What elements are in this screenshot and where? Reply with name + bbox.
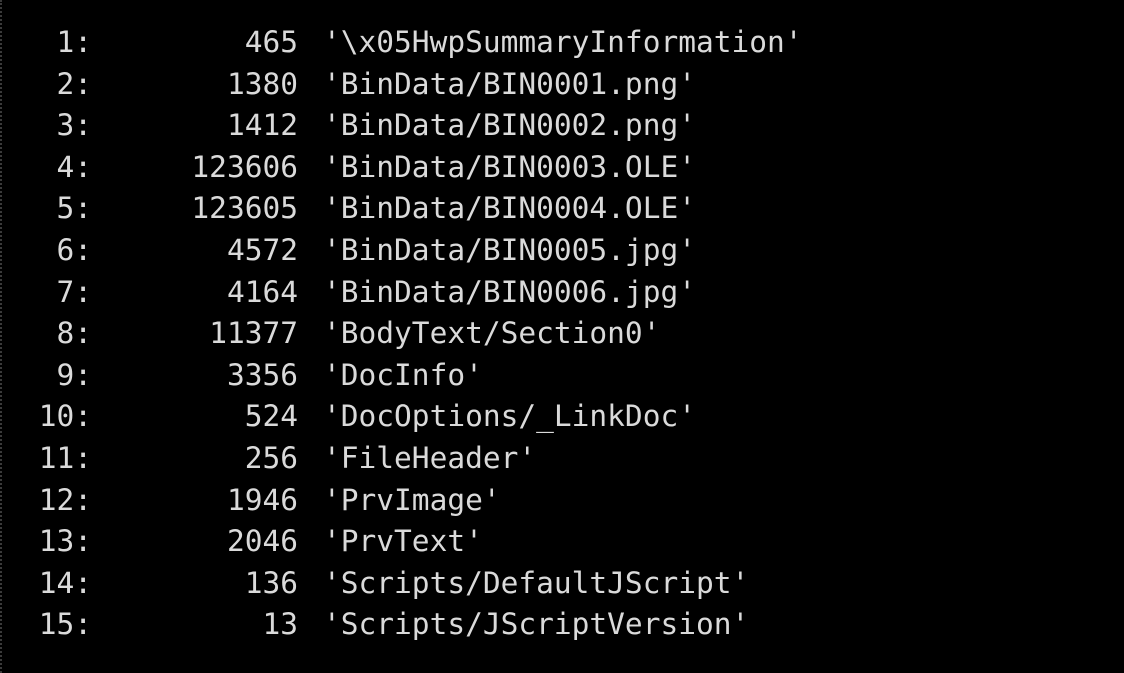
stream-name: 'DocInfo' bbox=[323, 357, 483, 392]
listing-row: 6: 4572 'BinData/BIN0005.jpg' bbox=[0, 230, 1124, 272]
row-index: 8: bbox=[56, 316, 92, 351]
listing-row: 2: 1380 'BinData/BIN0001.png' bbox=[0, 64, 1124, 106]
stream-size: 256 bbox=[244, 440, 298, 475]
stream-size: 465 bbox=[244, 25, 298, 59]
row-index: 6: bbox=[56, 232, 92, 267]
row-index: 15: bbox=[38, 607, 92, 642]
stream-name: 'Scripts/JScriptVersion' bbox=[323, 607, 750, 642]
stream-name: 'BinData/BIN0004.OLE' bbox=[323, 191, 696, 226]
listing-row: 12: 1946 'PrvImage' bbox=[0, 480, 1124, 522]
listing-row: 4: 123606 'BinData/BIN0003.OLE' bbox=[0, 147, 1124, 189]
row-index: 14: bbox=[38, 565, 92, 600]
row-index: 3: bbox=[56, 108, 92, 143]
stream-name: 'Scripts/DefaultJScript' bbox=[323, 565, 750, 600]
listing-row: 15: 13 'Scripts/JScriptVersion' bbox=[0, 604, 1124, 646]
stream-size: 2046 bbox=[226, 524, 298, 559]
stream-size: 136 bbox=[244, 565, 298, 600]
row-index: 10: bbox=[38, 399, 92, 434]
stream-size: 123606 bbox=[191, 149, 298, 184]
listing-row: 1: 465 '\x05HwpSummaryInformation' bbox=[0, 22, 1124, 64]
row-index: 2: bbox=[56, 66, 92, 101]
listing-row: 11: 256 'FileHeader' bbox=[0, 438, 1124, 480]
row-index: 1: bbox=[56, 25, 92, 59]
ole-stream-listing: 1: 465 '\x05HwpSummaryInformation' 2: 1380 'B… bbox=[0, 22, 1124, 646]
row-index: 7: bbox=[56, 274, 92, 309]
stream-size: 1946 bbox=[226, 482, 298, 517]
listing-row: 14: 136 'Scripts/DefaultJScript' bbox=[0, 563, 1124, 605]
listing-row: 13: 2046 'PrvText' bbox=[0, 521, 1124, 563]
stream-name: 'BodyText/Section0' bbox=[323, 316, 661, 351]
row-index: 9: bbox=[56, 357, 92, 392]
stream-name: 'BinData/BIN0001.png' bbox=[323, 66, 696, 101]
stream-size: 1380 bbox=[226, 66, 298, 101]
stream-name: 'BinData/BIN0002.png' bbox=[323, 108, 696, 143]
listing-row: 5: 123605 'BinData/BIN0004.OLE' bbox=[0, 188, 1124, 230]
row-index: 11: bbox=[38, 440, 92, 475]
stream-size: 11377 bbox=[209, 316, 298, 351]
stream-name: 'FileHeader' bbox=[323, 440, 537, 475]
stream-size: 123605 bbox=[191, 191, 298, 226]
terminal-window[interactable]: 1: 465 '\x05HwpSummaryInformation' 2: 1380 'B… bbox=[0, 0, 1124, 673]
listing-row: 10: 524 'DocOptions/_LinkDoc' bbox=[0, 396, 1124, 438]
row-index: 12: bbox=[38, 482, 92, 517]
stream-size: 524 bbox=[244, 399, 298, 434]
stream-name: '\x05HwpSummaryInformation' bbox=[323, 25, 803, 59]
stream-name: 'PrvImage' bbox=[323, 482, 501, 517]
stream-size: 3356 bbox=[226, 357, 298, 392]
stream-name: 'BinData/BIN0005.jpg' bbox=[323, 232, 696, 267]
stream-size: 1412 bbox=[226, 108, 298, 143]
listing-row: 7: 4164 'BinData/BIN0006.jpg' bbox=[0, 272, 1124, 314]
stream-size: 4572 bbox=[226, 232, 298, 267]
stream-name: 'DocOptions/_LinkDoc' bbox=[323, 399, 696, 434]
stream-name: 'BinData/BIN0006.jpg' bbox=[323, 274, 696, 309]
row-index: 5: bbox=[56, 191, 92, 226]
row-index: 13: bbox=[38, 524, 92, 559]
stream-size: 4164 bbox=[226, 274, 298, 309]
stream-name: 'BinData/BIN0003.OLE' bbox=[323, 149, 696, 184]
row-index: 4: bbox=[56, 149, 92, 184]
listing-row: 3: 1412 'BinData/BIN0002.png' bbox=[0, 105, 1124, 147]
listing-row: 8: 11377 'BodyText/Section0' bbox=[0, 313, 1124, 355]
stream-name: 'PrvText' bbox=[323, 524, 483, 559]
stream-size: 13 bbox=[262, 607, 298, 642]
listing-row: 9: 3356 'DocInfo' bbox=[0, 355, 1124, 397]
